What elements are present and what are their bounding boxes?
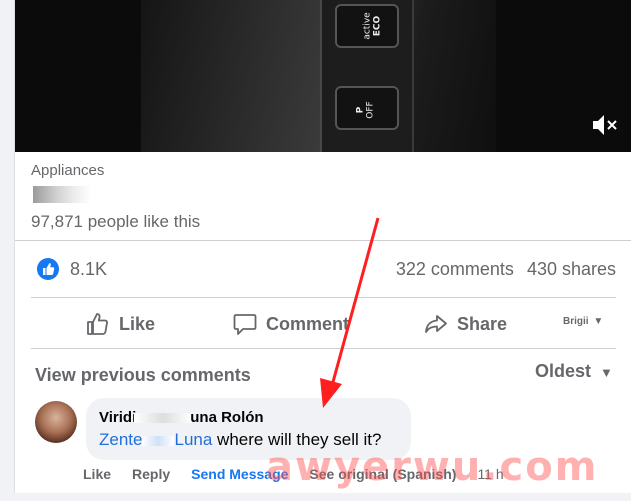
comments-count[interactable]: 322 comments <box>396 259 514 279</box>
thumbs-up-icon <box>87 313 108 335</box>
share-label: Share <box>457 313 508 334</box>
comment-author[interactable]: Viridi una Rolón <box>99 409 264 426</box>
mention-redacted <box>142 435 175 446</box>
share-button[interactable]: Share <box>423 308 507 340</box>
comment-icon <box>233 314 257 335</box>
like-button[interactable]: Like <box>85 308 155 340</box>
comment-like-link[interactable]: Like <box>83 466 111 482</box>
post-card: active ECO P OFF Appliances 97,871 peopl… <box>14 0 631 493</box>
post-stats: 322 comments 430 shares <box>388 259 616 280</box>
divider <box>31 348 616 349</box>
parking-button-line2: OFF <box>365 101 376 119</box>
author-name-redacted <box>134 413 193 424</box>
share-icon <box>425 315 447 333</box>
page-category: Appliances <box>31 162 105 179</box>
eco-button-line1: active <box>362 12 373 40</box>
page-likes: 97,871 people like this <box>31 212 201 231</box>
post-video[interactable]: active ECO P OFF <box>15 0 631 152</box>
parking-button-line1: P <box>355 106 366 114</box>
view-previous-comments[interactable]: View previous comments <box>35 365 251 386</box>
profile-name: Brigii <box>563 316 589 327</box>
like-reaction-icon[interactable] <box>37 258 59 280</box>
watermark: awyerwu.com <box>266 444 599 490</box>
video-eco-button: active ECO <box>335 4 399 48</box>
commenter-avatar[interactable] <box>35 401 77 443</box>
video-parking-button: P OFF <box>335 86 399 130</box>
video-frame <box>141 0 496 152</box>
shares-count[interactable]: 430 shares <box>527 259 616 279</box>
author-name-end: una Rolón <box>190 409 264 426</box>
comment-button[interactable]: Comment <box>232 308 349 340</box>
comment-label: Comment <box>266 313 350 334</box>
eco-button-line2: ECO <box>372 15 383 37</box>
sort-label: Oldest <box>535 361 592 381</box>
comment-sort-dropdown[interactable]: Oldest ▼ <box>535 361 613 382</box>
mention-end: Luna <box>174 430 213 449</box>
caret-down-icon: ▼ <box>600 365 613 380</box>
like-label: Like <box>119 313 156 334</box>
mention-start: Zente <box>99 430 143 449</box>
reaction-count[interactable]: 8.1K <box>70 259 107 280</box>
page-name-redacted <box>33 186 91 203</box>
caret-down-icon: ▼ <box>593 316 604 327</box>
author-name-start: Viridi <box>99 409 137 426</box>
profile-selector[interactable]: Brigii ▼ <box>563 316 603 327</box>
divider <box>15 240 631 241</box>
mute-icon[interactable] <box>590 112 618 138</box>
mention-link[interactable]: Zente Luna <box>99 430 212 449</box>
comment-reply-link[interactable]: Reply <box>132 466 170 482</box>
divider <box>31 297 616 298</box>
